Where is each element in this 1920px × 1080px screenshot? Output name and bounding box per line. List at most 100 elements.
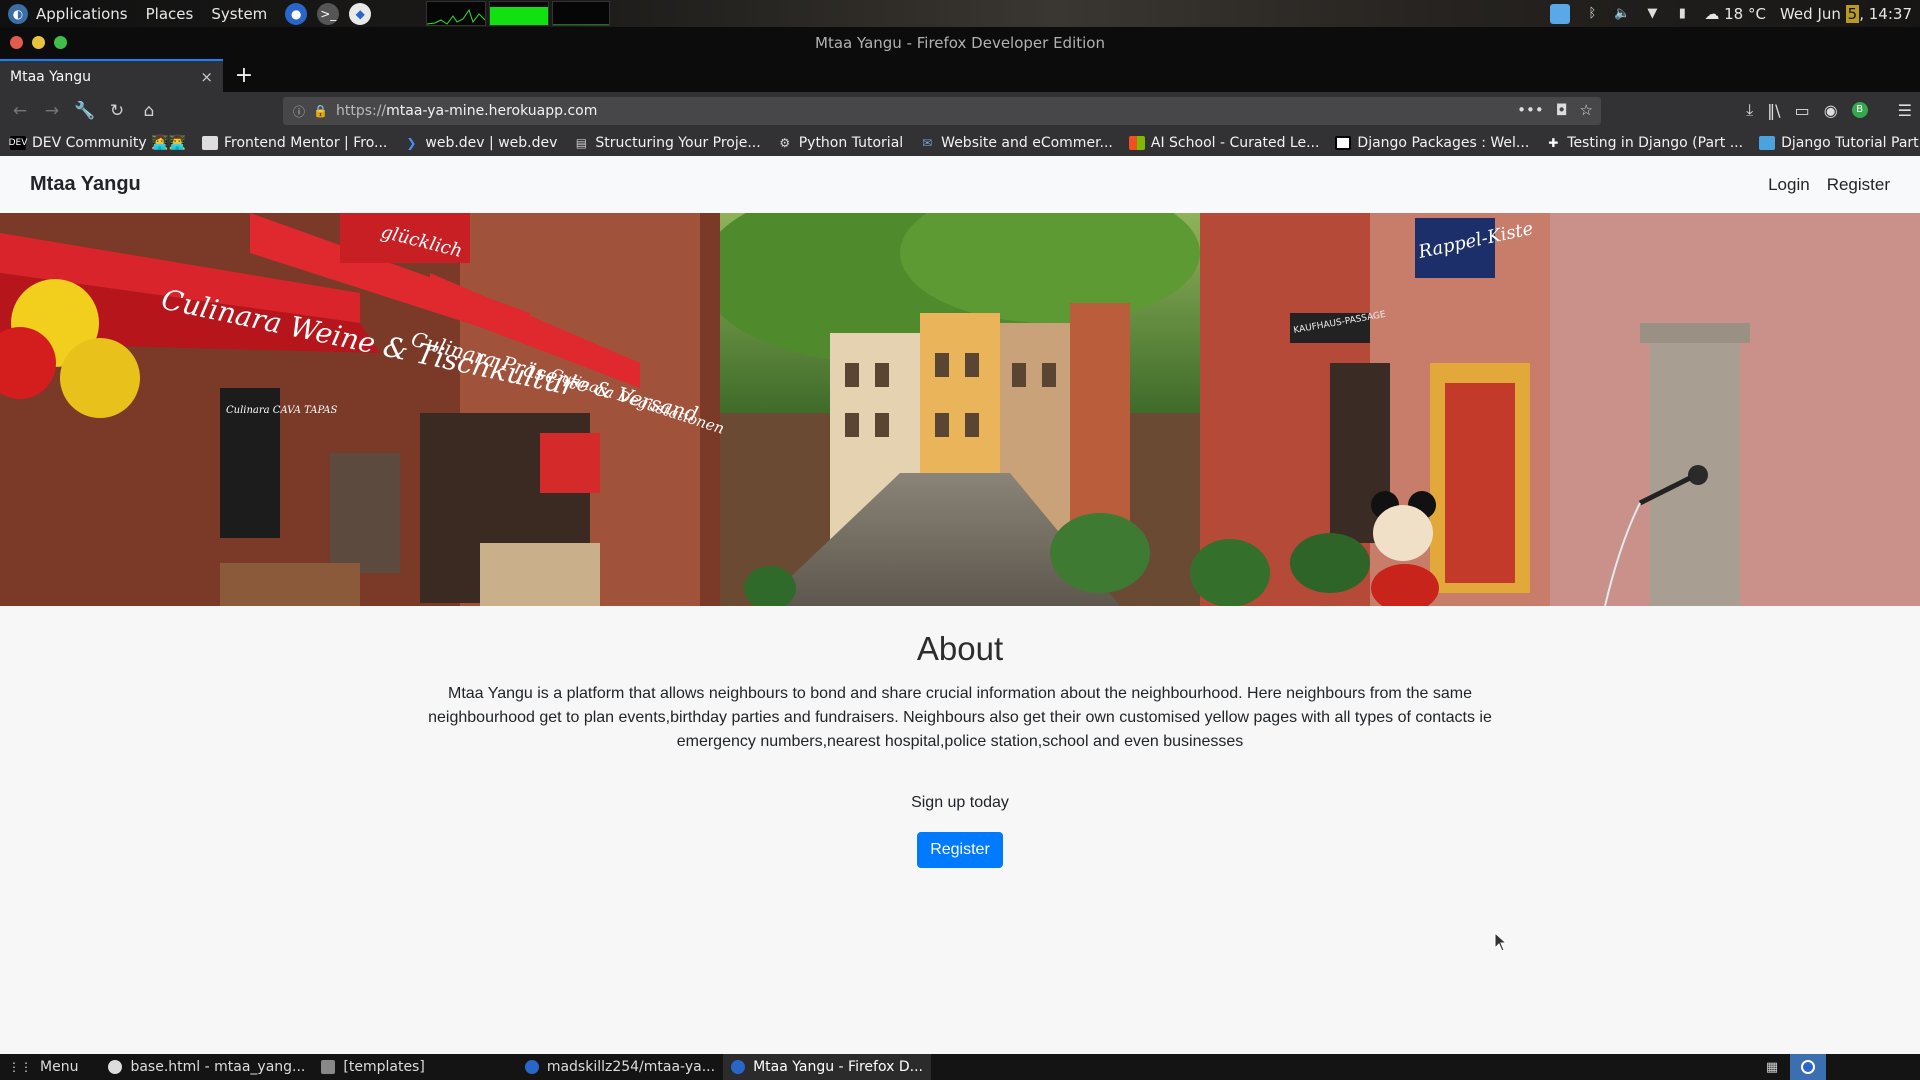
taskbar-item-firefox-active[interactable]: Mtaa Yangu - Firefox D...	[723, 1054, 931, 1080]
hero-image: Culinara Weine & Tischkultur Culinara Pr…	[0, 213, 1920, 606]
weather-temperature: 18 °C	[1724, 4, 1766, 23]
vscode-launcher-icon[interactable]: ◆	[349, 2, 372, 25]
taskbar-item-editor[interactable]: base.html - mtaa_yang...	[100, 1054, 313, 1080]
website-icon: ✉	[922, 136, 933, 150]
menu-applications[interactable]: Applications	[36, 5, 128, 23]
terminal-launcher-icon[interactable]: >_	[317, 2, 340, 25]
mouse-cursor-icon	[1494, 932, 1508, 952]
signup-text: Sign up today	[911, 794, 1009, 811]
library-icon[interactable]: ‖\	[1767, 101, 1780, 120]
bookmark-label: web.dev | web.dev	[425, 135, 558, 151]
notes-tray-icon[interactable]	[1550, 3, 1571, 24]
home-icon[interactable]: ⌂	[138, 100, 160, 122]
testing-icon: ✚	[1548, 136, 1559, 150]
django-packages-icon	[1335, 136, 1352, 150]
chalkboard-text: Culinara CAVA TAPAS	[226, 405, 338, 416]
bookmark-item[interactable]: DEV DEV Community 👩‍💻👨‍💻	[8, 135, 186, 151]
volume-icon[interactable]: 🔈	[1614, 6, 1630, 22]
bookmarks-toolbar: DEV DEV Community 👩‍💻👨‍💻 Frontend Mentor …	[0, 130, 1920, 156]
taskbar: ⋮⋮ Menu base.html - mtaa_yang... [templa…	[0, 1054, 1920, 1080]
menu-system[interactable]: System	[211, 5, 267, 23]
about-paragraph: Mtaa Yangu is a platform that allows nei…	[428, 685, 1492, 750]
window-title: Mtaa Yangu - Firefox Developer Edition	[815, 34, 1105, 52]
window-maximize-button[interactable]	[54, 36, 67, 49]
bookmark-star-icon[interactable]: ☆	[1580, 101, 1593, 119]
clock-time: 14:37	[1868, 4, 1912, 23]
bookmark-label: Website and eCommer...	[941, 135, 1113, 151]
reload-icon[interactable]: ↻	[106, 100, 128, 122]
sidebar-icon[interactable]: ▭	[1795, 101, 1810, 120]
bookmark-item[interactable]: ✚ Testing in Django (Part ...	[1545, 135, 1743, 151]
system-panel: ◐ Applications Places System ● >_ ◆ ᛒ 🔈 …	[0, 0, 1920, 27]
account-icon[interactable]: ◉	[1824, 101, 1838, 120]
bookmark-item[interactable]: Django Packages : Wel...	[1335, 135, 1529, 151]
pocket-icon[interactable]: ◘	[1556, 101, 1568, 119]
microsoft-icon	[1128, 136, 1145, 150]
bookmark-label: Frontend Mentor | Fro...	[224, 135, 388, 151]
bookmark-label: AI School - Curated Le...	[1150, 135, 1320, 151]
clock[interactable]: Wed Jun 5, 14:37	[1780, 4, 1912, 23]
clock-day: 5	[1845, 4, 1860, 23]
new-tab-button[interactable]: +	[231, 62, 257, 88]
url-bar[interactable]: ⓘ 🔒 https://mtaa-ya-mine.herokuapp.com •…	[283, 97, 1601, 125]
bluetooth-icon[interactable]: ᛒ	[1584, 6, 1600, 22]
bookmark-label: Testing in Django (Part ...	[1567, 135, 1744, 151]
extension-icon[interactable]: B	[1851, 102, 1868, 118]
webdev-icon: ❯	[406, 136, 417, 150]
bookmark-item[interactable]: ❯ web.dev | web.dev	[403, 135, 557, 151]
bookmark-label: Django Packages : Wel...	[1357, 135, 1530, 151]
start-menu-label: Menu	[40, 1059, 79, 1075]
battery-icon[interactable]: ▮	[1674, 6, 1690, 22]
wifi-icon[interactable]: ▼	[1644, 6, 1660, 22]
dev-icon: DEV	[8, 136, 28, 150]
tab-mtaa-yangu[interactable]: Mtaa Yangu ×	[0, 59, 223, 92]
bookmark-label: Python Tutorial	[798, 135, 904, 151]
taskbar-item-github[interactable]: madskillz254/mtaa-ya...	[517, 1054, 723, 1080]
workspace-switcher-icon[interactable]: ▦	[1754, 1054, 1790, 1080]
forward-arrow-icon[interactable]: →	[41, 100, 63, 122]
tab-close-icon[interactable]: ×	[200, 68, 213, 86]
bookmark-label: Django Tutorial Part 10...	[1781, 135, 1920, 151]
taskbar-item-templates[interactable]: [templates]	[313, 1054, 432, 1080]
bookmark-item[interactable]: ⚙ Python Tutorial	[777, 135, 903, 151]
page-actions-icon[interactable]: •••	[1517, 101, 1544, 119]
bookmark-item[interactable]: ▤ Structuring Your Proje...	[573, 135, 761, 151]
active-window-indicator[interactable]	[1790, 1054, 1826, 1080]
firefox-launcher-icon[interactable]: ●	[285, 2, 308, 25]
site-brand[interactable]: Mtaa Yangu	[30, 173, 141, 196]
back-arrow-icon[interactable]: ←	[9, 100, 31, 122]
bookmark-item[interactable]: ✉ Website and eCommer...	[919, 135, 1113, 151]
downloads-icon[interactable]: ⤓	[1746, 100, 1753, 120]
firefox-app-icon	[1801, 1060, 1815, 1074]
firefox-app-icon	[731, 1060, 746, 1074]
bookmark-label: DEV Community 👩‍💻👨‍💻	[32, 135, 186, 151]
bookmark-item[interactable]: AI School - Curated Le...	[1128, 135, 1320, 151]
bookmark-label: Structuring Your Proje...	[595, 135, 761, 151]
weather-widget[interactable]: ☁ 18 °C	[1704, 5, 1766, 23]
register-link[interactable]: Register	[1827, 175, 1890, 195]
tab-label: Mtaa Yangu	[10, 68, 92, 85]
menu-places[interactable]: Places	[146, 5, 194, 23]
register-button[interactable]: Register	[917, 832, 1003, 868]
taskbar-item-label: Mtaa Yangu - Firefox D...	[753, 1059, 923, 1075]
lock-icon: 🔒	[313, 104, 328, 118]
url-scheme: https://	[335, 103, 387, 119]
window-close-button[interactable]	[10, 36, 23, 49]
memory-monitor-graph	[489, 1, 549, 26]
street-scene-illustration: Culinara Weine & Tischkultur Culinara Pr…	[0, 213, 1920, 606]
cpu-monitor-graph	[426, 1, 486, 26]
login-link[interactable]: Login	[1768, 175, 1810, 195]
distro-logo-icon[interactable]: ◐	[8, 3, 28, 24]
start-menu-button[interactable]: ⋮⋮ Menu	[0, 1054, 86, 1080]
window-minimize-button[interactable]	[32, 36, 45, 49]
frontend-mentor-icon	[202, 136, 218, 150]
hamburger-menu-icon[interactable]: ☰	[1898, 101, 1912, 120]
site-info-icon[interactable]: ⓘ	[293, 103, 305, 120]
about-section: About Mtaa Yangu is a platform that allo…	[0, 606, 1920, 868]
devtools-wrench-icon[interactable]: 🔧	[74, 100, 96, 122]
bookmark-item[interactable]: Django Tutorial Part 10...	[1759, 135, 1920, 151]
taskbar-item-label: [templates]	[343, 1059, 425, 1075]
bookmark-item[interactable]: Frontend Mentor | Fro...	[202, 135, 387, 151]
django-tutorial-icon	[1759, 136, 1776, 150]
folder-icon	[321, 1060, 336, 1074]
